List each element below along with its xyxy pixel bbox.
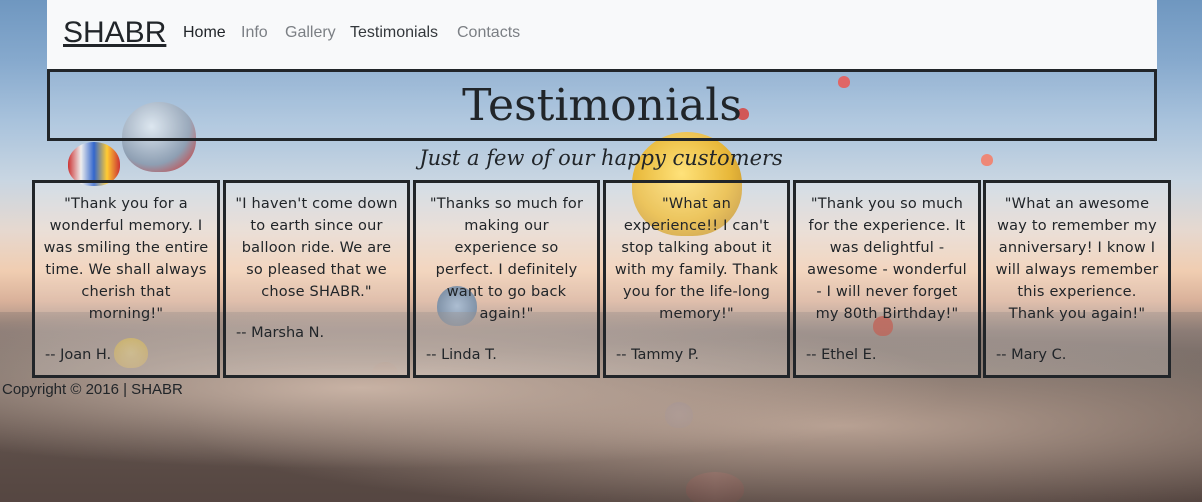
testimonial-author: -- Ethel E. xyxy=(806,347,877,363)
nav-link-contacts[interactable]: Contacts xyxy=(457,24,520,42)
testimonial-quote: "Thanks so much for making our experienc… xyxy=(429,196,584,322)
testimonial-card: "Thank you for a wonderful memory. I was… xyxy=(32,180,220,378)
testimonial-author: -- Tammy P. xyxy=(616,347,699,363)
testimonial-quote: "Thank you so much for the experience. I… xyxy=(807,196,967,322)
testimonial-card: "Thank you so much for the experience. I… xyxy=(793,180,981,378)
nav-link-testimonials[interactable]: Testimonials xyxy=(350,24,438,42)
testimonial-quote: "Thank you for a wonderful memory. I was… xyxy=(43,196,209,322)
testimonial-author: -- Joan H. xyxy=(45,347,112,363)
testimonial-card: "Thanks so much for making our experienc… xyxy=(413,180,600,378)
testimonial-author: -- Marsha N. xyxy=(236,325,325,341)
page-title-box: Testimonials xyxy=(47,69,1157,141)
footer-copyright: Copyright © 2016 | SHABR xyxy=(2,381,183,398)
testimonial-card: "What an awesome way to remember my anni… xyxy=(983,180,1171,378)
testimonial-quote: "What an awesome way to remember my anni… xyxy=(995,196,1159,322)
testimonial-quote: "What an experience!! I can't stop talki… xyxy=(614,196,779,322)
navbar: SHABR Home Info Gallery Testimonials Con… xyxy=(47,0,1157,69)
testimonial-quote: "I haven't come down to earth since our … xyxy=(235,196,398,300)
nav-link-gallery[interactable]: Gallery xyxy=(285,24,336,42)
nav-link-info[interactable]: Info xyxy=(241,24,268,42)
brand-logo-link[interactable]: SHABR xyxy=(63,16,166,50)
testimonial-author: -- Mary C. xyxy=(996,347,1067,363)
page-subtitle: Just a few of our happy customers xyxy=(419,146,783,170)
testimonial-author: -- Linda T. xyxy=(426,347,497,363)
testimonial-card: "I haven't come down to earth since our … xyxy=(223,180,410,378)
nav-link-home[interactable]: Home xyxy=(183,24,226,42)
page-title: Testimonials xyxy=(462,79,742,131)
testimonial-card: "What an experience!! I can't stop talki… xyxy=(603,180,790,378)
